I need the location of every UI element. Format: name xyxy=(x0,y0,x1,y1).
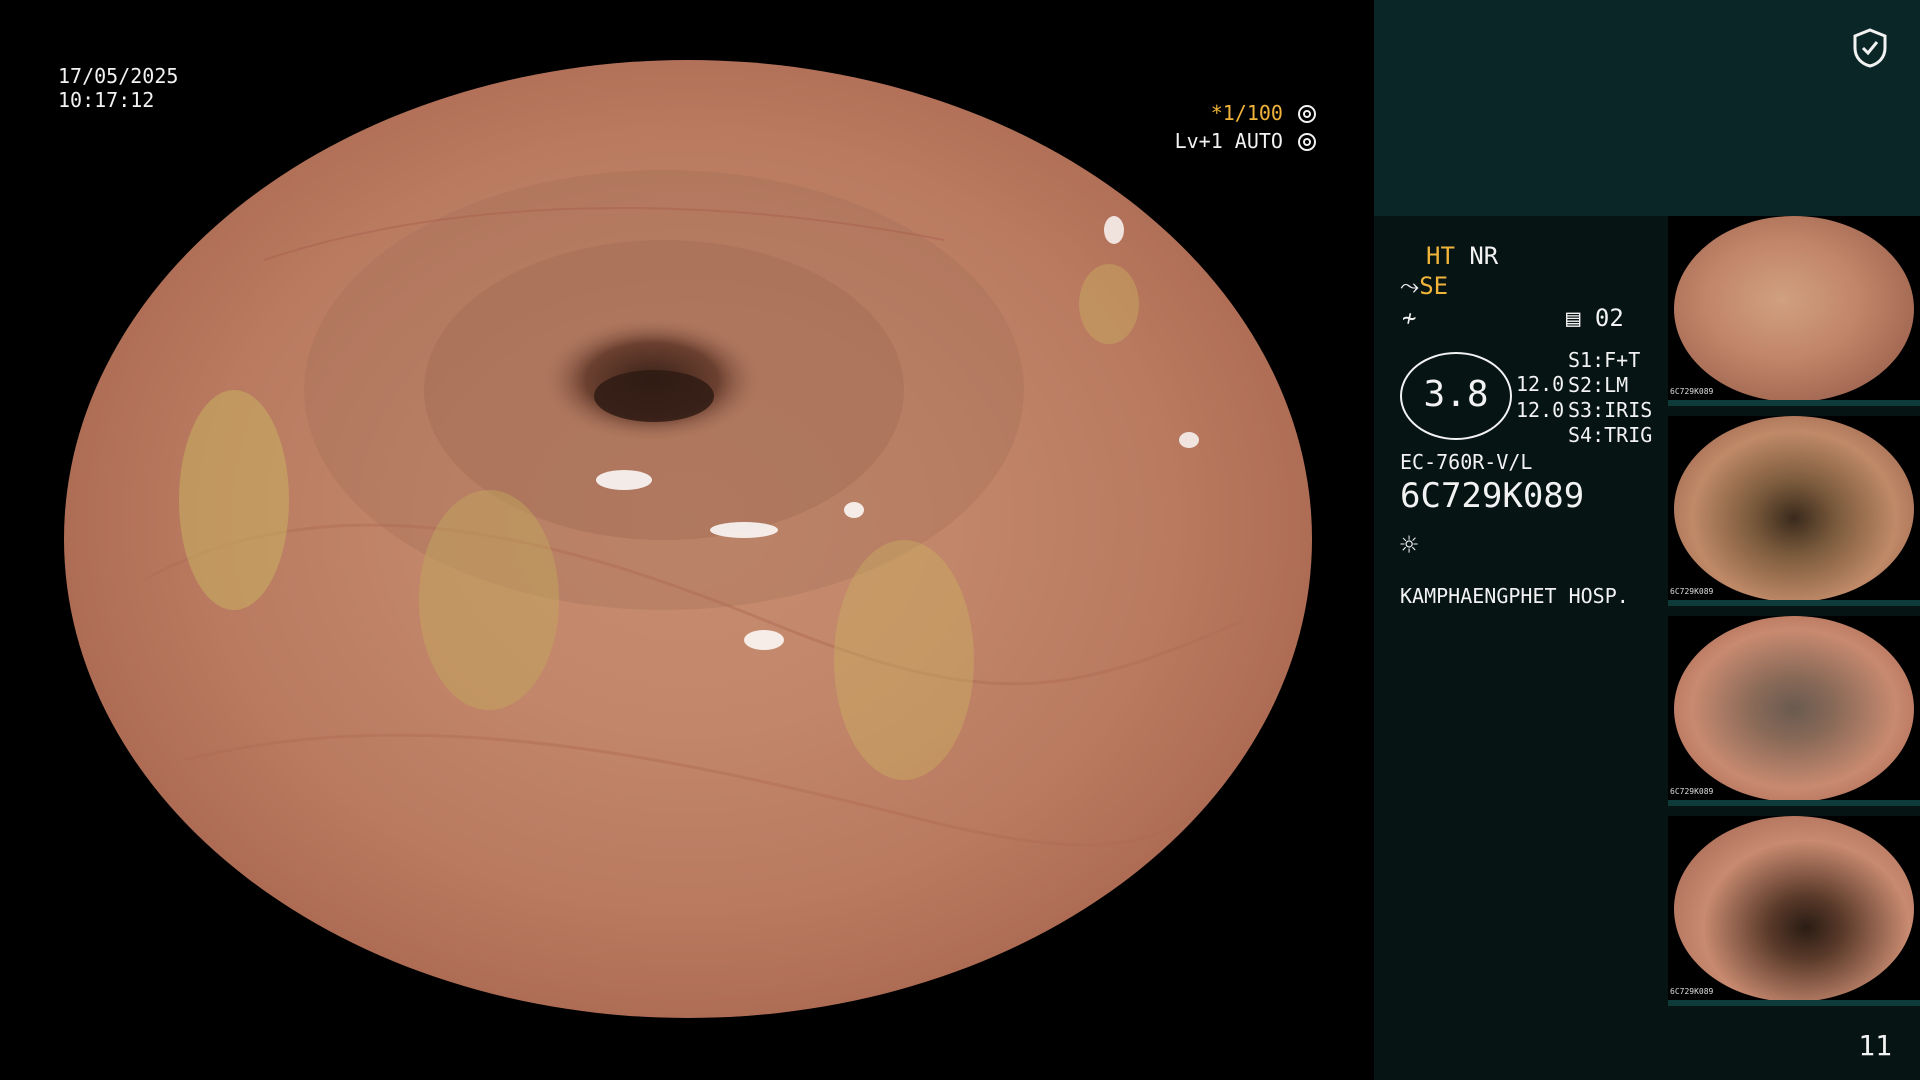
thumbnail-1[interactable]: 6C729K089 xyxy=(1668,216,1920,406)
memory-slot-text: 02 xyxy=(1594,304,1624,332)
thumbnail-bar xyxy=(1668,600,1920,606)
panel-header xyxy=(1374,0,1920,216)
date-text: 17/05/2025 xyxy=(58,64,179,88)
endoscopy-viewer: 17/05/2025 10:17:12 *1/100 Lv+1 AUTO xyxy=(0,0,1374,1080)
switch-s3: S3:IRIS xyxy=(1568,398,1653,422)
datetime-overlay: 17/05/2025 10:17:12 xyxy=(58,64,178,112)
thumbnail-bar xyxy=(1668,1000,1920,1006)
thumbnail-bar xyxy=(1668,800,1920,806)
hospital-name: KAMPHAENGPHET HOSP. xyxy=(1400,584,1629,608)
thumbnail-serial: 6C729K089 xyxy=(1670,987,1714,996)
thumbnail-image xyxy=(1674,616,1914,802)
image-mask-bottom xyxy=(0,1018,1374,1080)
exposure-overlay: *1/100 Lv+1 AUTO xyxy=(1175,99,1316,155)
gauge-value: 3.8 xyxy=(1423,374,1489,415)
thumbnail-3[interactable]: 6C729K089 xyxy=(1668,616,1920,806)
time-text: 10:17:12 xyxy=(58,88,155,112)
memory-icon: ▤ xyxy=(1566,304,1581,332)
switch-s1: S1:F+T xyxy=(1568,348,1641,372)
thumbnail-serial: 6C729K089 xyxy=(1670,387,1714,396)
switch-s2: S2:LM xyxy=(1568,373,1629,397)
se-label: SE xyxy=(1419,272,1449,300)
thumbnail-bar xyxy=(1668,400,1920,406)
image-mask-top xyxy=(0,0,1374,60)
thumbnail-image xyxy=(1674,816,1914,1002)
se-row: ⤳SE xyxy=(1400,272,1448,300)
switch-s4: S4:TRIG xyxy=(1568,423,1653,447)
value-b: 12.0 xyxy=(1516,398,1565,422)
thumbnail-4[interactable]: 6C729K089 xyxy=(1668,816,1920,1006)
mucosa-illustration xyxy=(143,84,1265,847)
memory-row: ▤ 02 xyxy=(1566,304,1624,332)
light-icon: ☼ xyxy=(1400,528,1419,563)
thumbnail-image xyxy=(1674,416,1914,602)
info-panel: HT NR ⤳SE ≁ ▤ 02 3.8 12.0 12.0 S1:F+T S2… xyxy=(1374,0,1920,1080)
scope-serial: 6C729K089 xyxy=(1400,476,1585,516)
color-mode-icon: ≁ xyxy=(1402,304,1417,332)
thumbnail-2[interactable]: 6C729K089 xyxy=(1668,416,1920,606)
nr-label: NR xyxy=(1469,242,1499,270)
ht-label: HT xyxy=(1426,242,1455,270)
value-a: 12.0 xyxy=(1516,372,1565,396)
shield-check-icon xyxy=(1853,28,1887,68)
page-number: 11 xyxy=(1858,1029,1892,1062)
thumbnail-serial: 6C729K089 xyxy=(1670,787,1714,796)
iris-icon xyxy=(1298,133,1316,151)
level-text: Lv+1 AUTO xyxy=(1174,129,1283,153)
brightness-gauge: 3.8 xyxy=(1400,352,1512,440)
thumbnail-image xyxy=(1674,216,1914,402)
scope-model: EC-760R-V/L xyxy=(1400,450,1533,474)
structure-enhancement-icon: ⤳ xyxy=(1400,272,1420,300)
ht-nr-row: HT NR xyxy=(1426,242,1498,270)
shutter-icon xyxy=(1298,105,1316,123)
endoscopic-live-image xyxy=(64,60,1312,1018)
shutter-text: *1/100 xyxy=(1210,101,1283,125)
thumbnail-serial: 6C729K089 xyxy=(1670,587,1714,596)
